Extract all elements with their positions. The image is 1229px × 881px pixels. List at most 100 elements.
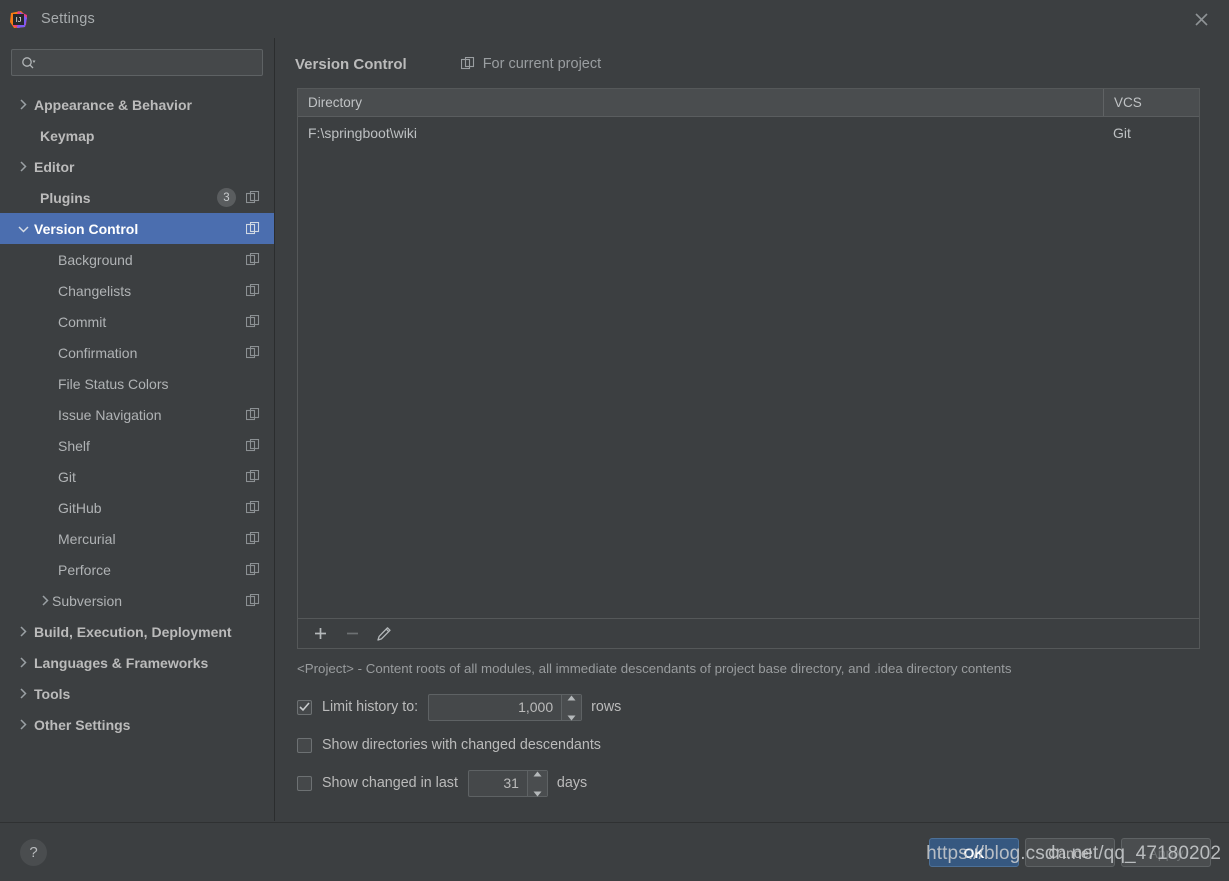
- cancel-button[interactable]: Cancel: [1025, 838, 1115, 867]
- sidebar-item-build-execution-deployment[interactable]: Build, Execution, Deployment: [0, 616, 274, 647]
- intellij-idea-logo-icon: IJ: [9, 10, 28, 29]
- sidebar-item-label: Commit: [58, 313, 107, 330]
- sidebar-item-indicators: [246, 585, 260, 616]
- chevron-right-icon[interactable]: [38, 594, 52, 608]
- limit-history-stepper[interactable]: [428, 693, 583, 721]
- search-input[interactable]: [42, 55, 262, 70]
- add-directory-button[interactable]: [307, 622, 333, 646]
- show-directories-checkbox[interactable]: [297, 737, 312, 753]
- sidebar-item-git[interactable]: Git: [0, 461, 274, 492]
- copy-icon: [246, 252, 260, 267]
- sidebar-item-label: Languages & Frameworks: [34, 654, 209, 671]
- sidebar-item-perforce[interactable]: Perforce: [0, 554, 274, 585]
- sidebar-item-label: Background: [58, 251, 133, 268]
- show-changed-stepper-arrows[interactable]: [526, 770, 547, 797]
- limit-history-unit: rows: [591, 699, 622, 715]
- help-button[interactable]: ?: [20, 839, 47, 866]
- sidebar-item-file-status-colors[interactable]: File Status Colors: [0, 368, 274, 399]
- sidebar-item-github[interactable]: GitHub: [0, 492, 274, 523]
- sidebar-item-keymap[interactable]: Keymap: [0, 120, 274, 151]
- chevron-right-icon[interactable]: [16, 656, 30, 670]
- sidebar-item-indicators: [246, 461, 260, 492]
- edit-directory-button[interactable]: [371, 622, 397, 646]
- sidebar-item-subversion[interactable]: Subversion: [0, 585, 274, 616]
- table-body: F:\springboot\wiki Git: [298, 117, 1199, 149]
- copy-icon: [246, 314, 260, 329]
- settings-tree: Appearance & Behavior Keymap Editor Plugins…: [0, 89, 274, 740]
- sidebar-item-issue-navigation[interactable]: Issue Navigation: [0, 399, 274, 430]
- sidebar-item-languages-frameworks[interactable]: Languages & Frameworks: [0, 647, 274, 678]
- chevron-down-icon: [567, 708, 576, 726]
- ok-button[interactable]: OK: [929, 838, 1019, 867]
- chevron-right-icon[interactable]: [16, 160, 30, 174]
- sidebar-item-indicators: [246, 213, 260, 244]
- chevron-right-icon[interactable]: [16, 625, 30, 639]
- cell-vcs: Git: [1113, 125, 1131, 141]
- scope-label: For current project: [482, 56, 602, 72]
- sidebar-item-confirmation[interactable]: Confirmation: [0, 337, 274, 368]
- limit-history-stepper-arrows[interactable]: [561, 694, 582, 721]
- search-box[interactable]: [11, 49, 263, 76]
- chevron-right-icon[interactable]: [16, 718, 30, 732]
- show-changed-input[interactable]: [468, 770, 527, 796]
- show-changed-checkbox[interactable]: [297, 775, 312, 791]
- chevron-up-icon: [567, 688, 576, 706]
- sidebar-item-label: GitHub: [58, 499, 102, 516]
- chevron-down-icon[interactable]: [16, 222, 30, 236]
- column-header-directory[interactable]: Directory: [298, 89, 1103, 116]
- copy-icon: [246, 283, 260, 298]
- chevron-right-icon[interactable]: [16, 98, 30, 112]
- sidebar-item-label: File Status Colors: [58, 375, 169, 392]
- sidebar-item-label: Issue Navigation: [58, 406, 162, 423]
- show-changed-stepper[interactable]: [467, 769, 548, 797]
- sidebar-item-label: Mercurial: [58, 530, 116, 547]
- sidebar-item-label: Editor: [34, 158, 75, 175]
- scope-indicator: For current project: [460, 56, 602, 72]
- copy-icon: [460, 57, 475, 71]
- sidebar-item-label: Confirmation: [58, 344, 138, 361]
- limit-history-checkbox[interactable]: [297, 699, 312, 715]
- sidebar-item-plugins[interactable]: Plugins 3: [0, 182, 274, 213]
- copy-icon: [246, 190, 260, 205]
- show-changed-label: Show changed in last: [322, 775, 458, 791]
- close-icon[interactable]: [1187, 6, 1215, 32]
- option-show-directories: Show directories with changed descendant…: [297, 726, 1229, 764]
- copy-icon: [246, 562, 260, 577]
- project-scope-hint: <Project> - Content roots of all modules…: [297, 661, 1012, 676]
- sidebar-item-indicators: [246, 492, 260, 523]
- sidebar-item-changelists[interactable]: Changelists: [0, 275, 274, 306]
- sidebar-item-shelf[interactable]: Shelf: [0, 430, 274, 461]
- sidebar-item-label: Plugins: [40, 189, 91, 206]
- chevron-right-icon[interactable]: [16, 687, 30, 701]
- copy-icon: [246, 407, 260, 422]
- sidebar-item-commit[interactable]: Commit: [0, 306, 274, 337]
- sidebar-item-label: Changelists: [58, 282, 132, 299]
- cell-directory: F:\springboot\wiki: [308, 125, 417, 141]
- limit-history-input[interactable]: [429, 694, 562, 720]
- remove-directory-button[interactable]: [339, 622, 365, 646]
- copy-icon: [246, 593, 260, 608]
- sidebar-item-other-settings[interactable]: Other Settings: [0, 709, 274, 740]
- sidebar-item-background[interactable]: Background: [0, 244, 274, 275]
- sidebar-item-mercurial[interactable]: Mercurial: [0, 523, 274, 554]
- sidebar-item-indicators: [246, 244, 260, 275]
- sidebar-item-label: Appearance & Behavior: [34, 96, 192, 113]
- sidebar-item-label: Perforce: [58, 561, 111, 578]
- sidebar-item-indicators: [246, 275, 260, 306]
- sidebar-item-appearance-behavior[interactable]: Appearance & Behavior: [0, 89, 274, 120]
- sidebar-item-label: Tools: [34, 685, 71, 702]
- dialog-buttons: OK Cancel Apply: [929, 838, 1211, 867]
- column-header-vcs[interactable]: VCS: [1103, 89, 1199, 116]
- sidebar-item-label: Subversion: [52, 592, 123, 609]
- copy-icon: [246, 221, 260, 236]
- sidebar-item-tools[interactable]: Tools: [0, 678, 274, 709]
- vcs-directory-table: Directory VCS F:\springboot\wiki Git: [297, 88, 1200, 619]
- sidebar-item-version-control[interactable]: Version Control: [0, 213, 274, 244]
- copy-icon: [246, 345, 260, 360]
- sidebar-item-label: Other Settings: [34, 716, 131, 733]
- table-row[interactable]: F:\springboot\wiki Git: [298, 117, 1199, 149]
- sidebar-item-editor[interactable]: Editor: [0, 151, 274, 182]
- page-title: Version Control: [295, 55, 407, 73]
- search-container: [0, 38, 274, 76]
- apply-button[interactable]: Apply: [1121, 838, 1211, 867]
